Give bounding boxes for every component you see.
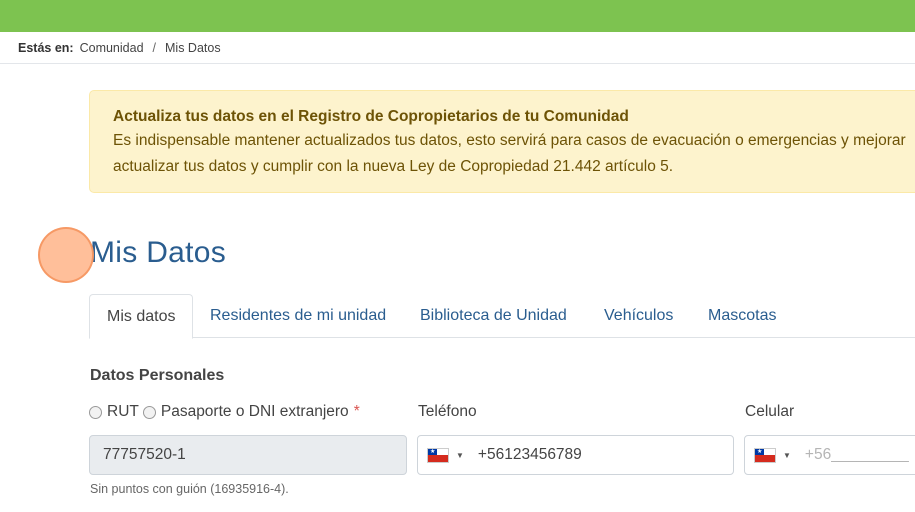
breadcrumb-divider <box>0 63 915 64</box>
radio-rut-label: RUT <box>107 403 139 420</box>
breadcrumb-label: Estás en: <box>18 41 74 55</box>
id-number-value: 77757520-1 <box>103 446 186 463</box>
phone-label: Teléfono <box>418 403 477 420</box>
mobile-placeholder: +56_________ <box>804 446 909 463</box>
chevron-down-icon[interactable]: ▼ <box>783 451 791 460</box>
alert-title: Actualiza tus datos en el Registro de Co… <box>113 108 629 125</box>
alert-body-line2: actualizar tus datos y cumplir con la nu… <box>113 158 674 175</box>
tab-mascotas[interactable]: Mascotas <box>708 294 776 338</box>
tab-mis-datos[interactable]: Mis datos <box>89 294 194 339</box>
tab-vehiculos[interactable]: Vehículos <box>604 294 673 338</box>
radio-rut[interactable] <box>89 405 102 419</box>
breadcrumb-separator: / <box>152 41 157 55</box>
chevron-down-icon[interactable]: ▼ <box>456 451 464 460</box>
section-title: Datos Personales <box>90 367 225 384</box>
tab-bar: Mis datos Residentes de mi unidad Biblio… <box>89 294 915 339</box>
breadcrumb: Estás en: Comunidad / Mis Datos <box>18 39 221 57</box>
page-title: Mis Datos <box>90 236 227 269</box>
radio-passport[interactable] <box>142 405 156 419</box>
id-type-group: RUT Pasaporte o DNI extranjero * <box>89 403 360 421</box>
tab-biblioteca[interactable]: Biblioteca de Unidad <box>420 294 567 338</box>
phone-value: +56123456789 <box>477 446 582 463</box>
update-data-alert: Actualiza tus datos en el Registro de Co… <box>89 90 915 193</box>
chile-flag-icon[interactable]: ★ <box>754 447 776 463</box>
mobile-label: Celular <box>745 403 795 420</box>
cursor-indicator <box>38 227 94 283</box>
radio-passport-label: Pasaporte o DNI extranjero <box>160 403 349 420</box>
tab-residentes[interactable]: Residentes de mi unidad <box>210 294 386 338</box>
breadcrumb-current: Mis Datos <box>165 41 221 55</box>
id-number-field[interactable]: 77757520-1 <box>89 435 407 475</box>
required-marker: * <box>353 403 360 420</box>
mobile-field[interactable]: ★ ▼ +56_________ <box>744 435 915 475</box>
phone-field[interactable]: ★ ▼ +56123456789 <box>417 435 734 475</box>
id-hint: Sin puntos con guión (16935916-4). <box>90 482 289 496</box>
top-bar <box>0 0 915 32</box>
breadcrumb-link-comunidad[interactable]: Comunidad <box>80 41 144 55</box>
alert-body-line1: Es indispensable mantener actualizados t… <box>113 132 906 149</box>
chile-flag-icon[interactable]: ★ <box>427 447 449 463</box>
